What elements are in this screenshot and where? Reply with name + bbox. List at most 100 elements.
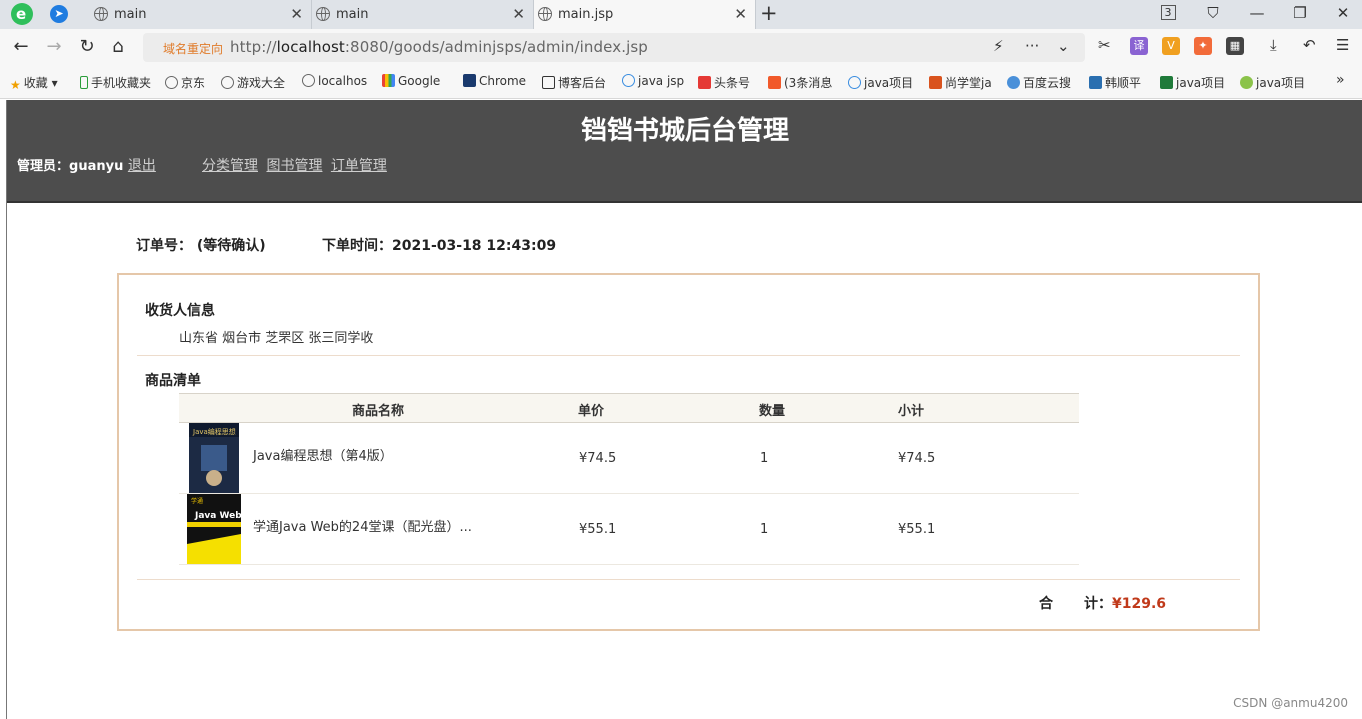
item-name-link[interactable]: 学通Java Web的24堂课（配光盘）...: [253, 516, 472, 535]
translate-icon[interactable]: 译: [1130, 37, 1148, 55]
home-button[interactable]: ⌂: [106, 35, 130, 59]
globe-icon: [221, 76, 234, 89]
item-name-link[interactable]: Java编程思想（第4版）: [253, 445, 393, 464]
bookmark-label: 韩顺平: [1105, 76, 1142, 90]
globe-icon: [848, 76, 861, 89]
shield-icon[interactable]: V: [1162, 37, 1180, 55]
order-number: 订单号： (等待确认): [136, 235, 266, 255]
globe-icon: [94, 7, 108, 21]
bookmark-label: java项目: [1176, 76, 1226, 90]
close-tab-icon[interactable]: ✕: [290, 0, 303, 29]
scissors-icon[interactable]: ✂: [1098, 36, 1111, 54]
order-time-label: 下单时间：: [322, 238, 392, 254]
item-subtotal: ¥55.1: [898, 522, 936, 537]
pinned-tab-icon[interactable]: ➤: [50, 5, 68, 23]
undo-icon[interactable]: ↶: [1303, 36, 1316, 54]
tab-main-1[interactable]: main ✕: [90, 0, 312, 29]
minimize-button[interactable]: —: [1240, 0, 1274, 29]
cloud-icon: [622, 74, 635, 87]
svg-text:学通: 学通: [191, 497, 203, 505]
more-icon[interactable]: ···: [1025, 37, 1039, 55]
more-bookmarks-icon[interactable]: »: [1336, 72, 1345, 88]
total: 计：¥129.6: [1084, 593, 1166, 613]
star-icon: ★: [10, 78, 21, 92]
bookmark-item[interactable]: 头条号: [698, 74, 750, 91]
bookmarks-bar: ★ 收藏 ▾ 手机收藏夹 京东 游戏大全 localhos Google Chro…: [0, 66, 1362, 99]
bookmark-item[interactable]: java项目: [1160, 74, 1225, 91]
item-qty: 1: [760, 451, 769, 466]
tab-title: main: [336, 7, 369, 22]
order-time: 下单时间：2021-03-18 12:43:09: [322, 235, 556, 255]
header-qty: 数量: [759, 404, 786, 419]
baidu-cloud-icon: [1007, 76, 1020, 89]
address-bar[interactable]: 域名重定向 http://localhost:8080/goods/adminj…: [143, 33, 1085, 62]
menu-books-link[interactable]: 图书管理: [266, 158, 322, 174]
bookmark-item[interactable]: localhos: [302, 74, 367, 88]
logout-link[interactable]: 退出: [128, 158, 156, 174]
bookmark-item[interactable]: 博客后台: [542, 74, 606, 91]
bookmark-item[interactable]: 游戏大全: [221, 74, 285, 91]
close-window-button[interactable]: ✕: [1326, 0, 1360, 29]
bookmark-label: (3条消息: [784, 76, 833, 90]
book-cover-image[interactable]: 学通 Java Web: [187, 494, 241, 564]
game-icon[interactable]: ✦: [1194, 37, 1212, 55]
tab-main-2[interactable]: main ✕: [312, 0, 534, 29]
item-price: ¥74.5: [579, 451, 617, 466]
toutiao-icon: [698, 76, 711, 89]
admin-name: guanyu: [69, 159, 124, 174]
reload-button[interactable]: ↻: [75, 35, 99, 59]
phone-icon: [80, 76, 88, 89]
back-button[interactable]: ←: [9, 35, 33, 59]
watermark: CSDN @anmu4200: [1233, 696, 1348, 710]
url-host: localhost: [276, 38, 345, 56]
skin-icon[interactable]: ⛉: [1196, 0, 1230, 29]
bookmark-item[interactable]: 京东: [165, 74, 205, 91]
bookmark-item[interactable]: 韩顺平: [1089, 74, 1141, 91]
bookmark-item[interactable]: java jsp: [622, 74, 684, 88]
download-icon[interactable]: ⤓: [1270, 36, 1277, 54]
menu-category-link[interactable]: 分类管理: [202, 158, 258, 174]
bookmark-label: java项目: [864, 76, 914, 90]
header-subtotal: 小计: [898, 404, 925, 419]
book-cover-image[interactable]: Java编程思想: [187, 423, 241, 493]
menu-icon[interactable]: ☰: [1336, 36, 1349, 54]
url-text[interactable]: http://localhost:8080/goods/adminjsps/ad…: [230, 38, 648, 56]
close-tab-icon[interactable]: ✕: [512, 0, 525, 29]
bookmark-item[interactable]: 尚学堂ja: [929, 74, 992, 91]
chevron-down-icon[interactable]: ⌄: [1057, 37, 1070, 55]
bookmark-item[interactable]: (3条消息: [768, 74, 832, 91]
divider: [137, 355, 1240, 356]
forward-button[interactable]: →: [42, 35, 66, 59]
bookmark-item[interactable]: 百度云搜: [1007, 74, 1071, 91]
browser-logo-icon[interactable]: e: [10, 2, 34, 26]
n-icon: [463, 74, 476, 87]
tab-main-jsp[interactable]: main.jsp ✕: [534, 0, 756, 29]
bookmark-label: 手机收藏夹: [91, 76, 152, 90]
bookmark-label: localhos: [318, 74, 368, 88]
bookmark-label: Google: [398, 74, 441, 88]
bookmark-favorites[interactable]: ★ 收藏 ▾: [10, 74, 58, 92]
header-price: 单价: [578, 404, 605, 419]
menu-orders-link[interactable]: 订单管理: [331, 158, 387, 174]
tab-count-button[interactable]: 3: [1151, 0, 1185, 29]
order-detail-box: 收货人信息 山东省 烟台市 芝罘区 张三同学收 商品清单 商品名称 单价 数量 …: [117, 273, 1260, 631]
divider: [137, 579, 1240, 580]
restore-button[interactable]: ❐: [1283, 0, 1317, 29]
svg-text:e: e: [16, 5, 26, 23]
tab-title: main.jsp: [558, 7, 614, 22]
bookmark-item[interactable]: java项目: [848, 74, 913, 91]
bookmark-item[interactable]: 手机收藏夹: [80, 74, 151, 91]
globe-icon: [538, 7, 552, 21]
bookmark-item[interactable]: Google: [382, 74, 440, 88]
lightning-icon[interactable]: ⚡: [993, 37, 1004, 55]
bookmark-item[interactable]: java项目: [1240, 74, 1305, 91]
globe-icon: [302, 74, 315, 87]
receiver-address: 山东省 烟台市 芝罘区 张三同学收: [179, 331, 374, 346]
bookmark-label: Chrome: [479, 74, 527, 88]
new-tab-button[interactable]: +: [760, 1, 778, 25]
redirect-label: 域名重定向: [163, 42, 224, 56]
apps-grid-icon[interactable]: ▦: [1226, 37, 1244, 55]
bookmark-item[interactable]: Chrome: [463, 74, 526, 88]
close-tab-icon[interactable]: ✕: [734, 0, 747, 29]
bookmark-label: 尚学堂ja: [945, 76, 992, 90]
